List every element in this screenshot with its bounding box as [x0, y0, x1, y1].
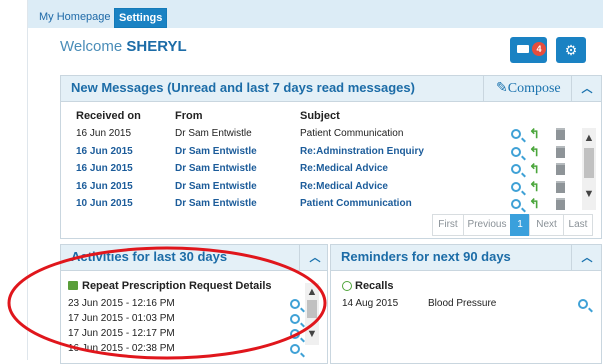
delete-icon[interactable] — [556, 128, 565, 140]
pager-next[interactable]: Next — [529, 214, 564, 236]
tab-settings[interactable]: Settings — [114, 8, 168, 28]
message-date: 16 Jun 2015 — [76, 163, 133, 174]
reply-icon[interactable]: ↰ — [529, 145, 540, 158]
compose-button[interactable]: ✎Compose — [483, 76, 573, 101]
message-from: Dr Sam Entwistle — [175, 163, 257, 174]
compose-label: Compose — [507, 81, 561, 96]
reminders-panel-title: Reminders for next 90 days — [341, 249, 511, 264]
welcome-prefix: Welcome — [60, 38, 123, 55]
messages-button[interactable]: 4 — [510, 37, 547, 63]
column-header-subject[interactable]: Subject — [300, 110, 340, 122]
view-icon[interactable] — [511, 182, 521, 192]
reply-icon[interactable]: ↰ — [529, 197, 540, 210]
message-subject: Re:Adminstration Enquiry — [300, 146, 424, 157]
pager-last[interactable]: Last — [563, 214, 593, 236]
reply-icon[interactable]: ↰ — [529, 180, 540, 193]
message-date: 16 Jun 2015 — [76, 146, 133, 157]
reminder-label: Blood Pressure — [428, 298, 497, 309]
delete-icon[interactable] — [556, 163, 565, 175]
pager-first[interactable]: First — [432, 214, 464, 236]
message-from: Dr Sam Entwistle — [175, 128, 252, 139]
message-from: Dr Sam Entwistle — [175, 146, 257, 157]
message-subject: Re:Medical Advice — [300, 163, 388, 174]
envelope-icon — [517, 45, 529, 53]
user-name: SHERYL — [126, 38, 187, 55]
delete-icon[interactable] — [556, 181, 565, 193]
column-header-from[interactable]: From — [175, 110, 203, 122]
reminders-section-label: Recalls — [355, 280, 394, 292]
annotation-ellipse — [7, 246, 327, 360]
unread-count-badge: 4 — [532, 42, 546, 56]
tab-my-homepage[interactable]: My Homepage — [35, 8, 115, 26]
collapse-messages-button[interactable]: ︿ — [571, 76, 602, 101]
reminders-panel-header: Reminders for next 90 days ︿ — [331, 245, 601, 271]
view-icon[interactable] — [511, 129, 521, 139]
recall-clock-icon — [342, 281, 352, 291]
message-from: Dr Sam Entwistle — [175, 181, 257, 192]
column-header-received-on[interactable]: Received on — [76, 110, 141, 122]
pager-previous[interactable]: Previous — [463, 214, 511, 236]
message-date: 10 Jun 2015 — [76, 198, 133, 209]
view-icon[interactable] — [511, 147, 521, 157]
message-subject: Patient Communication — [300, 128, 404, 139]
scroll-thumb[interactable] — [584, 148, 594, 178]
delete-icon[interactable] — [556, 146, 565, 158]
gear-icon: ⚙ — [564, 42, 578, 58]
chevron-up-icon: ︿ — [581, 83, 593, 95]
welcome-heading: Welcome SHERYL — [60, 38, 187, 55]
message-subject: Patient Communication — [300, 198, 412, 209]
messages-panel-title: New Messages (Unread and last 7 days rea… — [71, 80, 415, 95]
view-icon[interactable] — [511, 199, 521, 209]
chevron-up-icon: ︿ — [581, 252, 593, 264]
compose-icon: ✎ — [496, 81, 508, 96]
reminders-section-title: Recalls — [355, 280, 394, 292]
message-date: 16 Jun 2015 — [76, 181, 133, 192]
message-date: 16 Jun 2015 — [76, 128, 132, 139]
reply-icon[interactable]: ↰ — [529, 127, 540, 140]
view-icon[interactable] — [511, 164, 521, 174]
message-from: Dr Sam Entwistle — [175, 198, 257, 209]
view-icon[interactable] — [578, 299, 588, 309]
scroll-down-arrow[interactable]: ▼ — [582, 188, 596, 200]
collapse-reminders-button[interactable]: ︿ — [571, 245, 602, 270]
reply-icon[interactable]: ↰ — [529, 162, 540, 175]
reminder-date: 14 Aug 2015 — [342, 298, 399, 309]
settings-button[interactable]: ⚙ — [556, 37, 586, 63]
pager-page-1[interactable]: 1 — [510, 214, 530, 236]
delete-icon[interactable] — [556, 198, 565, 210]
message-subject: Re:Medical Advice — [300, 181, 388, 192]
messages-panel-header: New Messages (Unread and last 7 days rea… — [61, 76, 601, 102]
scroll-up-arrow[interactable]: ▲ — [582, 132, 596, 144]
